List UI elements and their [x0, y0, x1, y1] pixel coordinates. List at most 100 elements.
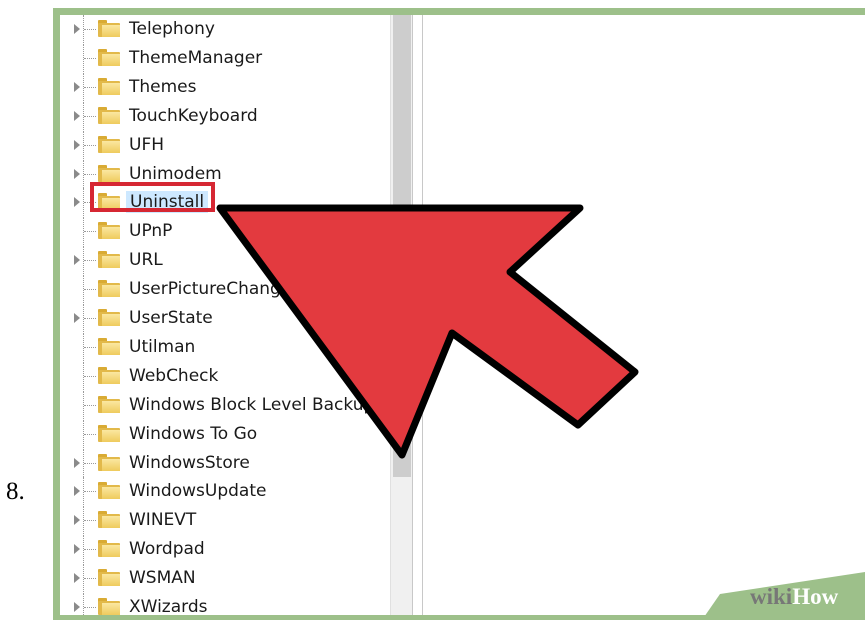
tree-connector	[84, 346, 96, 348]
tree-connector	[84, 549, 96, 551]
tree-item-label: UPnP	[129, 221, 173, 242]
tree-item[interactable]: Wordpad	[60, 535, 390, 564]
expand-arrow-icon[interactable]	[74, 573, 80, 584]
folder-icon	[98, 511, 120, 529]
expand-arrow-icon[interactable]	[74, 139, 80, 150]
expand-arrow-icon[interactable]	[74, 602, 80, 612]
expand-arrow-icon[interactable]	[74, 197, 80, 208]
tree-item[interactable]: WindowsUpdate	[60, 477, 390, 506]
expand-arrow-icon[interactable]	[74, 110, 80, 121]
tree-item[interactable]: Windows To Go	[60, 419, 390, 448]
tree-item-label: WebCheck	[129, 365, 219, 386]
folder-icon	[98, 453, 120, 471]
expand-arrow-icon[interactable]	[74, 544, 80, 555]
folder-icon	[98, 366, 120, 384]
registry-tree: Telephony ThemeManager Themes TouchKeyboard…	[60, 15, 390, 615]
tree-item-label: Wordpad	[129, 539, 205, 560]
tree-connector	[84, 86, 96, 88]
tree-item-label: Telephony	[129, 19, 215, 39]
watermark-text: wikiHow	[750, 584, 838, 610]
folder-icon	[98, 424, 120, 442]
tree-connector	[84, 520, 96, 522]
expand-arrow-icon[interactable]	[74, 457, 80, 468]
tree-item-label: Windows To Go	[129, 423, 258, 444]
folder-icon	[98, 20, 120, 37]
tree-connector	[84, 462, 96, 464]
step-number: 8.	[6, 478, 25, 505]
expand-arrow-icon[interactable]	[74, 255, 80, 266]
tree-connector	[84, 57, 96, 59]
folder-icon	[98, 48, 120, 66]
tree-item-label: WindowsStore	[129, 452, 250, 473]
expand-arrow-icon[interactable]	[74, 24, 80, 34]
tree-connector	[84, 491, 96, 493]
wikihow-watermark: wikiHow	[672, 572, 865, 620]
tree-item[interactable]: Telephony	[60, 15, 390, 43]
registry-editor-window: Telephony ThemeManager Themes TouchKeyboard…	[60, 15, 865, 615]
tree-connector	[84, 433, 96, 435]
tree-guide-line	[83, 593, 84, 615]
folder-icon	[98, 395, 120, 413]
tree-item-label: TouchKeyboard	[129, 105, 258, 126]
tree-connector	[84, 29, 96, 30]
folder-icon	[98, 309, 120, 326]
tree-item[interactable]: Utilman	[60, 332, 390, 361]
tree-connector	[84, 231, 96, 233]
tree-item[interactable]: Windows Block Level Backup	[60, 390, 390, 419]
folder-icon	[98, 482, 120, 500]
tree-item[interactable]: ThemeManager	[60, 43, 390, 72]
tree-connector	[84, 144, 96, 146]
tree-item-label: Themes	[129, 76, 197, 97]
folder-icon	[98, 280, 120, 298]
tree-item[interactable]: UserPictureChang	[60, 275, 390, 304]
tree-item[interactable]: URL	[60, 246, 390, 275]
tree-item[interactable]: WINEVT	[60, 506, 390, 535]
folder-icon	[98, 337, 120, 355]
tree-item[interactable]: UFH	[60, 130, 390, 159]
folder-icon	[98, 77, 120, 95]
tree-item-label: UFH	[129, 134, 165, 155]
pane-splitter[interactable]	[412, 15, 423, 615]
tree-connector	[84, 578, 96, 580]
tree-connector	[84, 375, 96, 377]
expand-arrow-icon[interactable]	[74, 81, 80, 92]
tree-connector	[84, 607, 96, 608]
watermark-how: How	[792, 584, 839, 609]
tree-item[interactable]: XWizards	[60, 593, 390, 615]
tree-connector	[84, 404, 96, 406]
tree-item[interactable]: UPnP	[60, 217, 390, 246]
tree-item[interactable]: UserState	[60, 304, 390, 332]
folder-icon	[98, 598, 120, 615]
scrollbar-thumb[interactable]	[393, 15, 411, 477]
uninstall-highlight-box	[90, 182, 215, 212]
tree-connector	[84, 260, 96, 262]
tree-item[interactable]: WebCheck	[60, 361, 390, 390]
expand-arrow-icon[interactable]	[74, 486, 80, 497]
expand-arrow-icon[interactable]	[74, 515, 80, 526]
expand-arrow-icon[interactable]	[74, 168, 80, 179]
tree-item-label: Windows Block Level Backup	[129, 394, 375, 415]
tree-item[interactable]: WSMAN	[60, 564, 390, 593]
folder-icon	[98, 135, 120, 153]
folder-icon	[98, 164, 120, 182]
tree-item[interactable]: Themes	[60, 72, 390, 101]
tree-item-label: UserPictureChang	[129, 279, 281, 300]
tree-item-label: URL	[129, 250, 163, 271]
tree-item-label: WSMAN	[129, 568, 196, 589]
expand-arrow-icon[interactable]	[74, 313, 80, 323]
folder-icon	[98, 540, 120, 558]
tree-scrollbar[interactable]	[390, 15, 413, 615]
tree-item[interactable]: WindowsStore	[60, 448, 390, 477]
tree-connector	[84, 115, 96, 117]
tree-item-label: UserState	[129, 308, 213, 328]
tree-item-label: Utilman	[129, 336, 196, 357]
folder-icon	[98, 222, 120, 240]
values-pane	[424, 15, 865, 615]
tree-connector	[84, 289, 96, 291]
tree-connector	[84, 173, 96, 175]
tree-item[interactable]: TouchKeyboard	[60, 101, 390, 130]
tree-item-label: WindowsUpdate	[129, 481, 267, 502]
tree-item-label: ThemeManager	[129, 47, 263, 68]
folder-icon	[98, 106, 120, 124]
folder-icon	[98, 569, 120, 587]
